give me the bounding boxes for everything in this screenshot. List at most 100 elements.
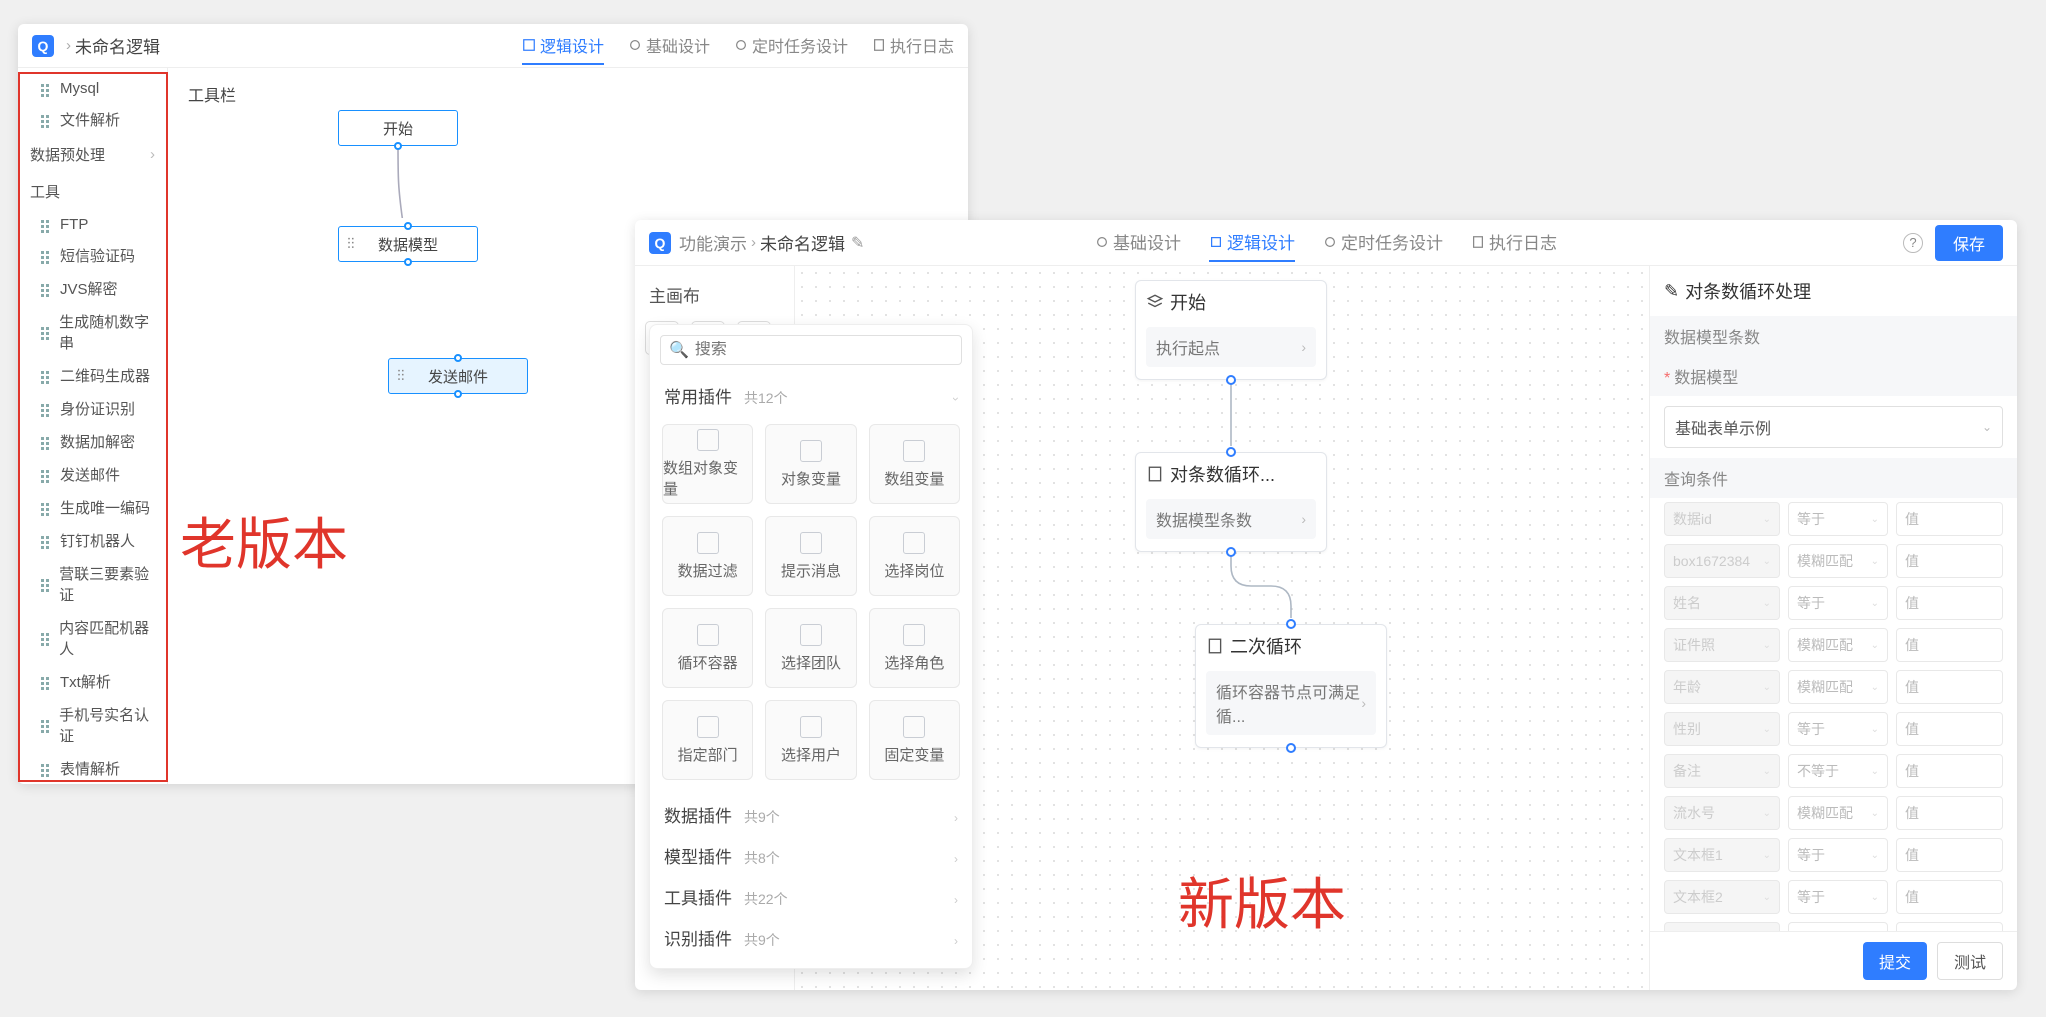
plugin-card[interactable]: 指定部门 <box>662 700 753 780</box>
plugin-card[interactable]: 循环容器 <box>662 608 753 688</box>
flow-node-send-mail[interactable]: ⫶⫶ 发送邮件 <box>388 358 528 394</box>
condition-operator[interactable]: 等于⌄ <box>1788 922 1888 931</box>
tab-timer-design[interactable]: 定时任务设计 <box>734 27 848 65</box>
search-input[interactable] <box>695 341 953 359</box>
save-button[interactable]: 保存 <box>1935 225 2003 261</box>
plugin-card[interactable]: 数据过滤 <box>662 516 753 596</box>
sidebar-item-tool[interactable]: FTP <box>18 210 167 239</box>
condition-operator[interactable]: 等于⌄ <box>1788 502 1888 536</box>
plugin-card[interactable]: 提示消息 <box>765 516 856 596</box>
condition-value[interactable]: 值 <box>1896 712 2003 746</box>
condition-field[interactable]: 文本框⌄ <box>1664 922 1780 931</box>
condition-operator[interactable]: 模糊匹配⌄ <box>1788 628 1888 662</box>
connector-in[interactable] <box>1286 619 1296 629</box>
condition-field[interactable]: 姓名⌄ <box>1664 586 1780 620</box>
condition-value[interactable]: 值 <box>1896 754 2003 788</box>
sidebar-item-file-parse[interactable]: 文件解析 <box>18 103 167 136</box>
category-tool[interactable]: 工具插件 共22个 › <box>660 876 962 917</box>
node-start[interactable]: 开始 执行起点 › <box>1135 280 1327 380</box>
condition-field[interactable]: 备注⌄ <box>1664 754 1780 788</box>
condition-value[interactable]: 值 <box>1896 586 2003 620</box>
sidebar-item-tool[interactable]: 短信验证码 <box>18 239 167 272</box>
plugin-card[interactable]: 选择角色 <box>869 608 960 688</box>
tab-logic-design[interactable]: 逻辑设计 <box>522 27 604 65</box>
sidebar-item-tool[interactable]: 钉钉机器人 <box>18 524 167 557</box>
tab-basic-design[interactable]: 基础设计 <box>628 27 710 65</box>
condition-value[interactable]: 值 <box>1896 838 2003 872</box>
test-button[interactable]: 测试 <box>1937 942 2003 980</box>
sidebar-section-tools[interactable]: 工具 <box>18 173 167 210</box>
plugin-card[interactable]: 选择团队 <box>765 608 856 688</box>
connector-out[interactable] <box>454 390 462 398</box>
condition-operator[interactable]: 等于⌄ <box>1788 880 1888 914</box>
sidebar-item-mysql[interactable]: Mysql <box>18 74 167 103</box>
tab-basic-design[interactable]: 基础设计 <box>1095 223 1181 262</box>
sidebar-item-tool[interactable]: 生成唯一编码 <box>18 491 167 524</box>
condition-field[interactable]: 证件照⌄ <box>1664 628 1780 662</box>
sidebar-item-tool[interactable]: 身份证识别 <box>18 392 167 425</box>
node-loop-sub[interactable]: 数据模型条数 › <box>1146 499 1316 539</box>
condition-field[interactable]: 文本框1⌄ <box>1664 838 1780 872</box>
sidebar-item-tool[interactable]: 表情解析 <box>18 752 167 784</box>
tab-logic-design[interactable]: 逻辑设计 <box>1209 223 1295 262</box>
edit-pen-icon[interactable]: ✎ <box>851 233 864 253</box>
condition-field[interactable]: 年龄⌄ <box>1664 670 1780 704</box>
category-common[interactable]: 常用插件 共12个 › <box>660 375 962 416</box>
sidebar-item-tool[interactable]: JVS解密 <box>18 272 167 305</box>
condition-field[interactable]: box1672384⌄ <box>1664 544 1780 578</box>
condition-operator[interactable]: 等于⌄ <box>1788 586 1888 620</box>
condition-operator[interactable]: 模糊匹配⌄ <box>1788 796 1888 830</box>
condition-field[interactable]: 文本框2⌄ <box>1664 880 1780 914</box>
sidebar-item-tool[interactable]: 生成随机数字串 <box>18 305 167 359</box>
condition-operator[interactable]: 模糊匹配⌄ <box>1788 670 1888 704</box>
condition-operator[interactable]: 不等于⌄ <box>1788 754 1888 788</box>
sidebar-item-tool[interactable]: 二维码生成器 <box>18 359 167 392</box>
condition-value[interactable]: 值 <box>1896 670 2003 704</box>
sidebar-item-tool[interactable]: 手机号实名认证 <box>18 698 167 752</box>
sidebar-item-tool[interactable]: 内容匹配机器人 <box>18 611 167 665</box>
node-inner-sub[interactable]: 循环容器节点可满足循... › <box>1206 671 1376 735</box>
tab-exec-log[interactable]: 执行日志 <box>1471 223 1557 262</box>
condition-operator[interactable]: 等于⌄ <box>1788 712 1888 746</box>
connector-in[interactable] <box>404 222 412 230</box>
sidebar-item-tool[interactable]: 发送邮件 <box>18 458 167 491</box>
connector-in[interactable] <box>1226 447 1236 457</box>
connector-in[interactable] <box>454 354 462 362</box>
node-inner-loop[interactable]: 二次循环 循环容器节点可满足循... › <box>1195 624 1387 748</box>
sidebar-item-tool[interactable]: 营联三要素验证 <box>18 557 167 611</box>
flow-node-start[interactable]: 开始 <box>338 110 458 146</box>
connector-out[interactable] <box>1286 743 1296 753</box>
submit-button[interactable]: 提交 <box>1863 942 1927 980</box>
condition-operator[interactable]: 等于⌄ <box>1788 838 1888 872</box>
plugin-card[interactable]: 选择岗位 <box>869 516 960 596</box>
condition-value[interactable]: 值 <box>1896 880 2003 914</box>
category-data[interactable]: 数据插件 共9个 › <box>660 794 962 835</box>
sidebar-section-preprocess[interactable]: 数据预处理 › <box>18 136 167 173</box>
flow-node-data-model[interactable]: ⫶⫶ 数据模型 <box>338 226 478 262</box>
plugin-card[interactable]: 选择用户 <box>765 700 856 780</box>
plugin-card[interactable]: 对象变量 <box>765 424 856 504</box>
category-recognize[interactable]: 识别插件 共9个 › <box>660 917 962 958</box>
breadcrumb-logic[interactable]: 未命名逻辑 <box>760 230 845 255</box>
sidebar-item-tool[interactable]: 数据加解密 <box>18 425 167 458</box>
tab-timer-design[interactable]: 定时任务设计 <box>1323 223 1443 262</box>
plugin-card[interactable]: 数组变量 <box>869 424 960 504</box>
category-model[interactable]: 模型插件 共8个 › <box>660 835 962 876</box>
node-start-sub[interactable]: 执行起点 › <box>1146 327 1316 367</box>
connector-out[interactable] <box>1226 547 1236 557</box>
breadcrumb-project[interactable]: 功能演示 <box>679 230 747 255</box>
condition-value[interactable]: 值 <box>1896 628 2003 662</box>
connector-out[interactable] <box>404 258 412 266</box>
condition-value[interactable]: 值 <box>1896 502 2003 536</box>
condition-field[interactable]: 性别⌄ <box>1664 712 1780 746</box>
connector-out[interactable] <box>394 142 402 150</box>
condition-operator[interactable]: 模糊匹配⌄ <box>1788 544 1888 578</box>
plugin-search[interactable]: 🔍 <box>660 335 962 365</box>
connector-out[interactable] <box>1226 375 1236 385</box>
condition-value[interactable]: 值 <box>1896 544 2003 578</box>
help-icon[interactable]: ? <box>1903 233 1923 253</box>
condition-field[interactable]: 数据id⌄ <box>1664 502 1780 536</box>
tab-exec-log[interactable]: 执行日志 <box>872 27 954 65</box>
condition-field[interactable]: 流水号⌄ <box>1664 796 1780 830</box>
condition-value[interactable]: 值 <box>1896 922 2003 931</box>
